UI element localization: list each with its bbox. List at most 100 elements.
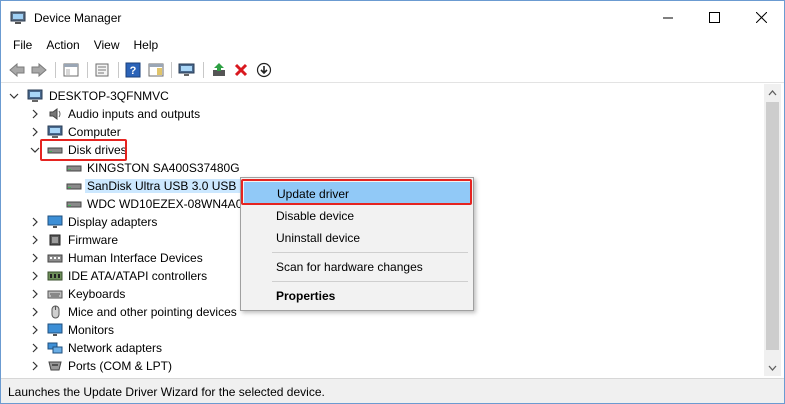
chevron-right-icon[interactable] <box>29 306 41 318</box>
monitor-icon <box>47 215 63 228</box>
context-menu-scan-hardware[interactable]: Scan for hardware changes <box>244 256 470 278</box>
svg-text:?: ? <box>130 65 137 77</box>
tree-item-label: Display adapters <box>68 215 158 229</box>
context-menu-uninstall-device[interactable]: Uninstall device <box>244 227 470 249</box>
update-driver-icon <box>213 63 225 76</box>
uninstall-red-x-icon <box>234 63 248 77</box>
disk-drive-icon <box>66 183 82 190</box>
chevron-right-icon[interactable] <box>29 126 41 138</box>
disable-device-down-arrow-icon <box>256 62 272 78</box>
context-menu-separator <box>272 281 468 282</box>
context-menu-disable-device[interactable]: Disable device <box>244 205 470 227</box>
annotation-box-disk-drives <box>40 139 127 161</box>
tree-item-network[interactable]: Network adapters <box>2 339 742 357</box>
keyboard-icon <box>47 290 63 299</box>
device-manager-icon <box>10 11 26 24</box>
maximize-icon <box>708 11 720 23</box>
back-button[interactable] <box>7 60 27 80</box>
tree-item-audio[interactable]: Audio inputs and outputs <box>2 105 742 123</box>
tree-item-ports[interactable]: Ports (COM & LPT) <box>2 357 742 375</box>
menu-bar: File Action View Help <box>1 35 784 55</box>
action-pane-button[interactable] <box>146 60 166 80</box>
update-driver-button[interactable] <box>209 60 229 80</box>
chevron-right-icon[interactable] <box>29 270 41 282</box>
help-button[interactable]: ? <box>123 60 143 80</box>
tree-item-label: Firmware <box>68 233 118 247</box>
close-button[interactable] <box>738 1 784 33</box>
tree-item-label: IDE ATA/ATAPI controllers <box>68 269 208 283</box>
ide-controller-icon <box>47 271 63 281</box>
disk-drive-icon <box>66 165 82 172</box>
hid-icon <box>47 254 63 263</box>
chevron-right-icon[interactable] <box>29 216 41 228</box>
properties-icon <box>95 63 109 77</box>
menu-file[interactable]: File <box>1 35 39 55</box>
menu-view[interactable]: View <box>87 35 127 55</box>
tree-root[interactable]: DESKTOP-3QFNMVC <box>2 87 742 105</box>
tree-item-kingston[interactable]: KINGSTON SA400S37480G <box>2 159 742 177</box>
menu-action[interactable]: Action <box>39 35 86 55</box>
forward-button[interactable] <box>29 60 49 80</box>
tree-item-label: Network adapters <box>68 341 163 355</box>
tree-item-label: KINGSTON SA400S37480G <box>87 161 240 175</box>
window-title: Device Manager <box>34 11 122 25</box>
context-menu-separator <box>272 252 468 253</box>
disable-device-button[interactable] <box>254 60 274 80</box>
vertical-scrollbar[interactable] <box>764 84 781 376</box>
tree-item-label: Human Interface Devices <box>68 251 203 265</box>
chevron-right-icon[interactable] <box>29 288 41 300</box>
chevron-up-icon <box>768 89 777 95</box>
port-icon <box>48 361 62 371</box>
menu-help[interactable]: Help <box>127 35 166 55</box>
chevron-right-icon[interactable] <box>29 324 41 336</box>
chevron-right-icon[interactable] <box>29 252 41 264</box>
annotation-box-update-driver <box>241 179 472 205</box>
chevron-right-icon[interactable] <box>29 342 41 354</box>
tree-item-label: Computer <box>68 125 121 139</box>
minimize-button[interactable] <box>645 1 691 33</box>
network-icon <box>47 342 63 354</box>
device-manager-window: Device Manager File Action View Help ? D… <box>0 0 785 404</box>
mouse-icon <box>51 305 60 319</box>
status-bar: Launches the Update Driver Wizard for th… <box>1 378 784 403</box>
back-arrow-icon <box>9 63 25 77</box>
tree-item-label: Monitors <box>68 323 115 337</box>
uninstall-button[interactable] <box>231 60 251 80</box>
show-hide-tree-icon <box>63 63 79 77</box>
tree-item-label: Keyboards <box>68 287 126 301</box>
toolbar: ? <box>1 57 784 83</box>
close-icon <box>755 11 767 23</box>
scan-hardware-button[interactable] <box>177 60 197 80</box>
scan-hardware-icon <box>178 63 195 76</box>
chevron-right-icon[interactable] <box>29 108 41 120</box>
chevron-right-icon[interactable] <box>29 234 41 246</box>
computer-icon <box>47 125 63 138</box>
tree-item-label: Audio inputs and outputs <box>68 107 201 121</box>
chevron-right-icon[interactable] <box>29 360 41 372</box>
scroll-up-button[interactable] <box>764 84 781 101</box>
chevron-down-icon <box>768 365 777 371</box>
title-bar: Device Manager <box>1 1 784 35</box>
chip-icon <box>49 234 61 246</box>
tree-item-label: Ports (COM & LPT) <box>68 359 173 373</box>
disk-drive-icon <box>66 201 82 208</box>
context-menu-properties[interactable]: Properties <box>244 285 470 307</box>
scroll-down-button[interactable] <box>764 359 781 376</box>
tree-item-monitors[interactable]: Monitors <box>2 321 742 339</box>
help-icon: ? <box>125 62 141 78</box>
action-pane-icon <box>148 63 164 77</box>
status-text: Launches the Update Driver Wizard for th… <box>8 385 325 399</box>
minimize-icon <box>662 17 673 18</box>
maximize-button[interactable] <box>691 1 737 33</box>
tree-root-label: DESKTOP-3QFNMVC <box>49 89 169 103</box>
tree-item-label: WDC WD10EZEX-08WN4A0 <box>87 197 243 211</box>
properties-button[interactable] <box>92 60 112 80</box>
tree-item-label: Mice and other pointing devices <box>68 305 237 319</box>
show-hide-tree-button[interactable] <box>61 60 81 80</box>
speaker-icon <box>49 108 61 120</box>
monitor-icon <box>47 323 63 336</box>
forward-arrow-icon <box>31 63 47 77</box>
computer-icon <box>27 89 43 102</box>
chevron-down-icon[interactable] <box>8 90 20 102</box>
scrollbar-thumb[interactable] <box>766 102 779 350</box>
